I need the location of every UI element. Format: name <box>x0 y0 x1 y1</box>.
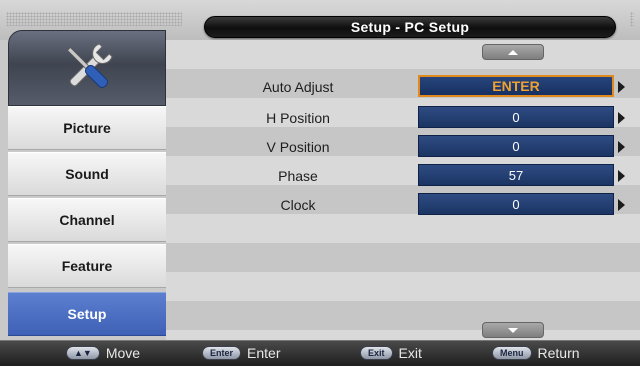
scroll-down-button[interactable] <box>482 322 544 338</box>
hint-label: Return <box>537 345 580 361</box>
setting-value[interactable]: 0 <box>418 193 614 215</box>
setting-row-v-position[interactable]: V Position 0 <box>166 135 640 159</box>
setting-label: V Position <box>266 139 330 155</box>
setting-value[interactable]: 57 <box>418 164 614 186</box>
hint-move: ▲▼ Move <box>66 345 140 361</box>
hint-enter: Enter Enter <box>202 345 280 361</box>
setting-row-clock[interactable]: Clock 0 <box>166 193 640 217</box>
menu-key-icon: Menu <box>492 346 532 360</box>
sidebar-item-label: Setup <box>67 306 107 322</box>
hint-label: Move <box>105 345 141 361</box>
row-stripe <box>166 40 640 69</box>
dot-pattern-left <box>6 12 182 26</box>
sidebar-item-feature[interactable]: Feature <box>8 244 166 288</box>
setting-row-auto-adjust[interactable]: Auto Adjust ENTER <box>166 75 640 99</box>
arrow-keys-icon: ▲▼ <box>66 346 100 360</box>
sidebar-item-label: Picture <box>63 120 111 136</box>
dot-pattern-right <box>630 12 634 26</box>
hint-label: Exit <box>398 345 422 361</box>
setting-label: Clock <box>280 197 316 213</box>
setting-row-phase[interactable]: Phase 57 <box>166 164 640 188</box>
setting-value[interactable]: 0 <box>418 106 614 128</box>
arrow-right-icon[interactable] <box>618 141 625 153</box>
hint-label: Enter <box>247 345 281 361</box>
sidebar-logo <box>8 30 166 106</box>
sidebar: Picture Sound Channel Feature Setup <box>8 30 166 340</box>
sidebar-item-label: Sound <box>65 166 109 182</box>
page-title: Setup - PC Setup <box>350 19 470 35</box>
arrow-right-icon[interactable] <box>618 199 625 211</box>
sidebar-item-setup[interactable]: Setup <box>8 292 166 336</box>
setting-label: Phase <box>278 168 318 184</box>
sidebar-item-sound[interactable]: Sound <box>8 152 166 196</box>
title-bar: Setup - PC Setup <box>204 16 616 38</box>
setting-label: Auto Adjust <box>262 79 334 95</box>
sidebar-item-channel[interactable]: Channel <box>8 198 166 242</box>
tv-setup-menu: Setup - PC Setup Picture Sound Channel F… <box>0 0 640 366</box>
arrow-right-icon[interactable] <box>618 81 625 93</box>
enter-key-icon: Enter <box>202 346 242 360</box>
setting-value[interactable]: 0 <box>418 135 614 157</box>
hint-bar: ▲▼ Move Enter Enter Exit Exit Menu Retur… <box>0 340 640 366</box>
sidebar-item-picture[interactable]: Picture <box>8 106 166 150</box>
arrow-right-icon[interactable] <box>618 112 625 124</box>
scroll-up-button[interactable] <box>482 44 544 60</box>
setting-value[interactable]: ENTER <box>418 75 614 97</box>
chevron-down-icon <box>508 327 518 333</box>
hint-return: Menu Return <box>492 345 580 361</box>
sidebar-item-label: Channel <box>59 212 115 228</box>
hint-exit: Exit Exit <box>360 345 422 361</box>
setting-row-h-position[interactable]: H Position 0 <box>166 106 640 130</box>
row-stripe <box>166 272 640 301</box>
arrow-right-icon[interactable] <box>618 170 625 182</box>
sidebar-item-label: Feature <box>61 258 113 274</box>
settings-panel: Auto Adjust ENTER H Position 0 V Positio… <box>166 40 640 340</box>
chevron-up-icon <box>508 49 518 55</box>
tools-icon <box>66 43 113 89</box>
setting-label: H Position <box>266 110 330 126</box>
row-stripe <box>166 243 640 272</box>
row-stripe <box>166 214 640 243</box>
row-stripe <box>166 301 640 330</box>
exit-key-icon: Exit <box>360 346 393 360</box>
